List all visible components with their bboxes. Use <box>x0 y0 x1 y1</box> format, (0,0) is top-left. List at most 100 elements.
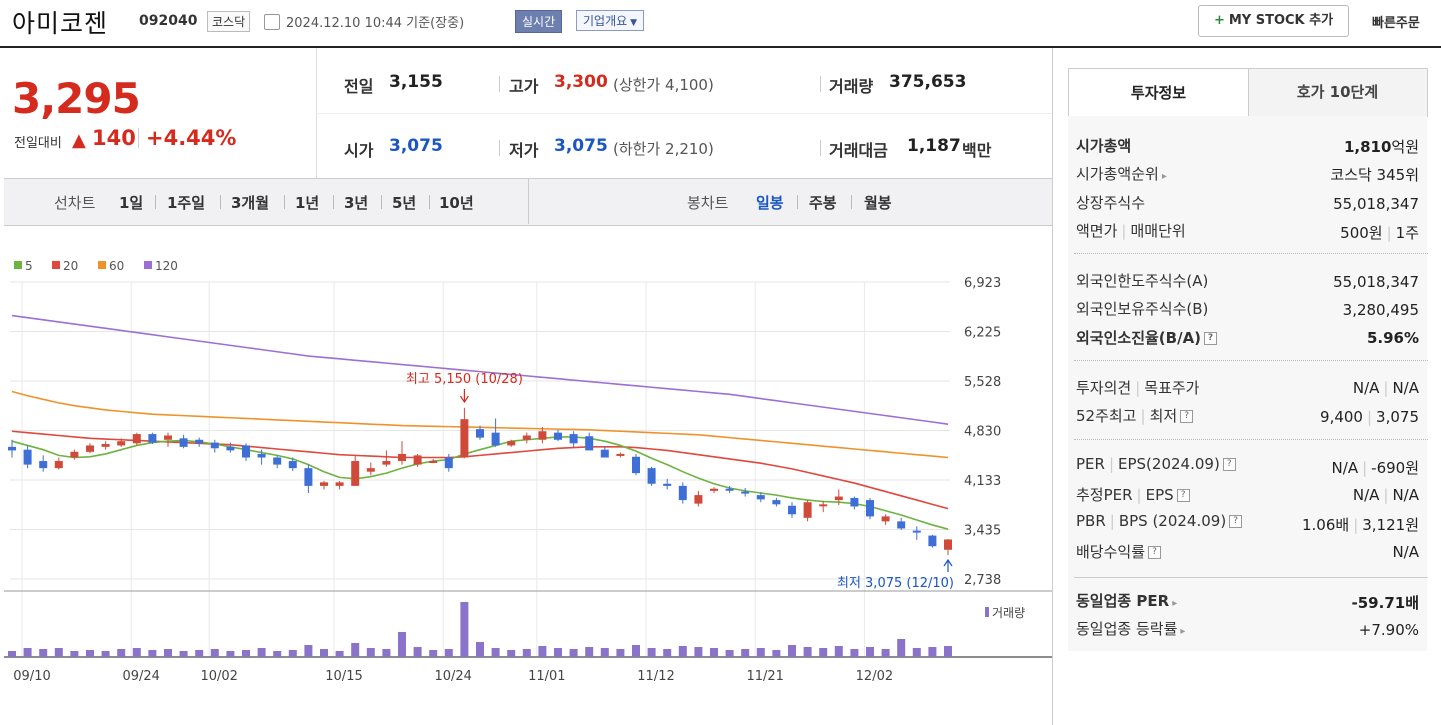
cap-rank-label[interactable]: 시가총액순위 ▸ <box>1076 163 1167 184</box>
volume-bar <box>616 649 625 657</box>
period-5y[interactable]: 5년 <box>392 192 416 213</box>
divider <box>820 140 821 156</box>
tab-invest-info[interactable]: 투자정보 <box>1068 68 1249 117</box>
candle-body <box>39 461 48 469</box>
period-1d[interactable]: 1일 <box>119 192 143 213</box>
help-icon[interactable]: ? <box>1176 489 1190 502</box>
divider <box>851 195 852 209</box>
volume-bar <box>195 650 204 657</box>
volume-bar <box>257 648 266 657</box>
sector-rate-label[interactable]: 동일업종 등락률 ▸ <box>1076 618 1185 639</box>
period-1w[interactable]: 1주일 <box>167 192 205 213</box>
candle-weekly[interactable]: 주봉 <box>809 192 837 213</box>
volume-bar <box>772 650 781 657</box>
par-unit-label: 액면가 | 매매단위 <box>1076 222 1186 240</box>
market-cap-label: 시가총액 <box>1076 137 1132 155</box>
candle-body <box>413 455 422 465</box>
plus-icon: + <box>1213 13 1225 28</box>
divider <box>1074 439 1428 440</box>
realtime-button[interactable]: 실시간 <box>515 10 563 33</box>
candle-body <box>819 504 828 507</box>
legend-label: 20 <box>63 259 78 273</box>
x-tick-label: 10/15 <box>325 669 362 684</box>
volume-bar <box>8 651 16 657</box>
legend-label: 120 <box>155 259 178 273</box>
foreign-limit-value: 55,018,347 <box>1333 273 1419 291</box>
candle-chart-label: 봉차트 <box>687 194 729 212</box>
help-icon[interactable]: ? <box>1204 332 1218 345</box>
volume-bar <box>164 649 172 657</box>
candle-body <box>663 483 672 486</box>
sector-per-label[interactable]: 동일업종 PER ▸ <box>1076 590 1177 611</box>
company-overview-dropdown[interactable]: 기업개요 ▼ <box>576 10 645 31</box>
volume-bar <box>226 651 235 657</box>
period-1y[interactable]: 1년 <box>295 192 319 213</box>
volume-bar <box>554 648 562 657</box>
volume-bar <box>148 650 157 657</box>
volume-bar <box>522 649 531 657</box>
candle-body <box>522 435 531 440</box>
tab-order-book[interactable]: 호가 10단계 <box>1247 68 1428 117</box>
legend-label: 5 <box>25 259 33 273</box>
candle-body <box>725 488 734 491</box>
candle-body <box>912 530 921 533</box>
quote-datetime: 2024.12.10 10:44 기준(장중) <box>286 16 465 31</box>
divider <box>284 195 285 209</box>
divider <box>1074 360 1428 361</box>
volume-bar <box>897 639 906 657</box>
help-icon[interactable]: ? <box>1180 410 1194 423</box>
lower-limit: (하한가 2,210) <box>613 140 714 158</box>
add-mystock-button[interactable]: + MY STOCK 추가 <box>1198 5 1349 37</box>
candle-body <box>866 500 874 517</box>
candle-body <box>382 461 391 465</box>
x-tick-label: 12/02 <box>856 669 893 684</box>
volume-bar <box>850 649 859 657</box>
volume-bar <box>866 647 874 657</box>
price-chart[interactable]: 6,923 6,225 5,528 4,830 4,133 3,435 2,738 5 20 60… <box>0 246 1052 686</box>
candle-body <box>944 539 952 550</box>
legend-swatch <box>52 261 60 269</box>
period-3m[interactable]: 3개월 <box>231 192 269 213</box>
max-annotation: 최고 5,150 (10/28) <box>406 372 523 387</box>
period-3y[interactable]: 3년 <box>344 192 368 213</box>
divider <box>499 140 500 156</box>
change-label: 전일대비 <box>14 136 62 151</box>
sector-rate-value: +7.90% <box>1358 621 1419 639</box>
y-tick-label: 4,133 <box>964 474 1001 489</box>
volume-bar <box>491 648 500 657</box>
help-icon[interactable]: ? <box>1229 515 1243 528</box>
candle-body <box>632 456 640 474</box>
volume-bar <box>304 645 313 657</box>
quick-order-link[interactable]: 빠른주문 <box>1372 12 1420 31</box>
volume-bar <box>444 649 453 657</box>
volume-bar <box>413 647 422 657</box>
candle-body <box>210 442 219 449</box>
candle-body <box>226 446 235 451</box>
volume-bar <box>382 649 391 657</box>
candle-daily[interactable]: 일봉 <box>756 192 784 213</box>
per-eps-label: PER | EPS(2024.09)? <box>1076 455 1236 473</box>
min-annotation: 최저 3,075 (12/10) <box>837 576 954 591</box>
est-per-eps-value: N/A | N/A <box>1352 486 1419 504</box>
candle-body <box>803 502 812 518</box>
help-icon[interactable]: ? <box>1222 458 1236 471</box>
candle-body <box>8 446 16 451</box>
candle-body <box>179 438 188 447</box>
candle-body <box>507 441 516 446</box>
volume-bar <box>663 649 672 657</box>
help-icon[interactable]: ? <box>1148 546 1162 559</box>
divider <box>155 195 156 209</box>
candle-body <box>850 497 859 507</box>
divider <box>316 113 1052 114</box>
candle-body <box>23 449 32 465</box>
prev-close-label: 전일 <box>344 77 374 96</box>
volume-bar <box>928 647 937 657</box>
opinion-value: N/A | N/A <box>1352 379 1419 397</box>
volume-bar <box>476 642 484 657</box>
legend-label: 60 <box>109 259 124 273</box>
x-tick-label: 09/10 <box>13 669 50 684</box>
y-tick-label: 3,435 <box>964 524 1001 539</box>
y-tick-label: 2,738 <box>964 573 1001 588</box>
candle-monthly[interactable]: 월봉 <box>864 192 892 213</box>
period-10y[interactable]: 10년 <box>439 192 474 213</box>
